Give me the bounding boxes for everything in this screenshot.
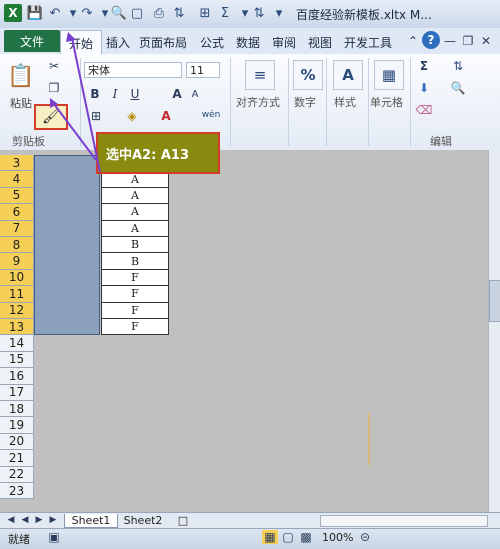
annotation-arrows [50,32,101,173]
sheet-tab-sheet1[interactable]: Sheet1 [64,514,118,528]
next-sheet-icon[interactable]: ▶ [34,514,44,526]
status-ready: 就绪 [8,533,30,546]
normal-view-icon[interactable]: ▦ [262,530,278,544]
macro-record-icon[interactable]: ▣ [46,530,62,544]
zoom-out-icon[interactable]: ⊝ [358,530,372,544]
status-bar [0,528,500,549]
page-layout-view-icon[interactable]: ▢ [280,530,296,544]
last-sheet-icon[interactable]: ▶ [48,514,58,526]
prev-sheet-icon[interactable]: ◀ [20,514,30,526]
sheet-tab-sheet2[interactable]: Sheet2 [118,514,168,527]
first-sheet-icon[interactable]: ◀ [6,514,16,526]
horizontal-scrollbar[interactable] [320,515,488,527]
zoom-level[interactable]: 100% [322,531,353,544]
insert-sheet-icon[interactable]: □ [174,514,192,527]
page-break-view-icon[interactable]: ▩ [298,530,314,544]
